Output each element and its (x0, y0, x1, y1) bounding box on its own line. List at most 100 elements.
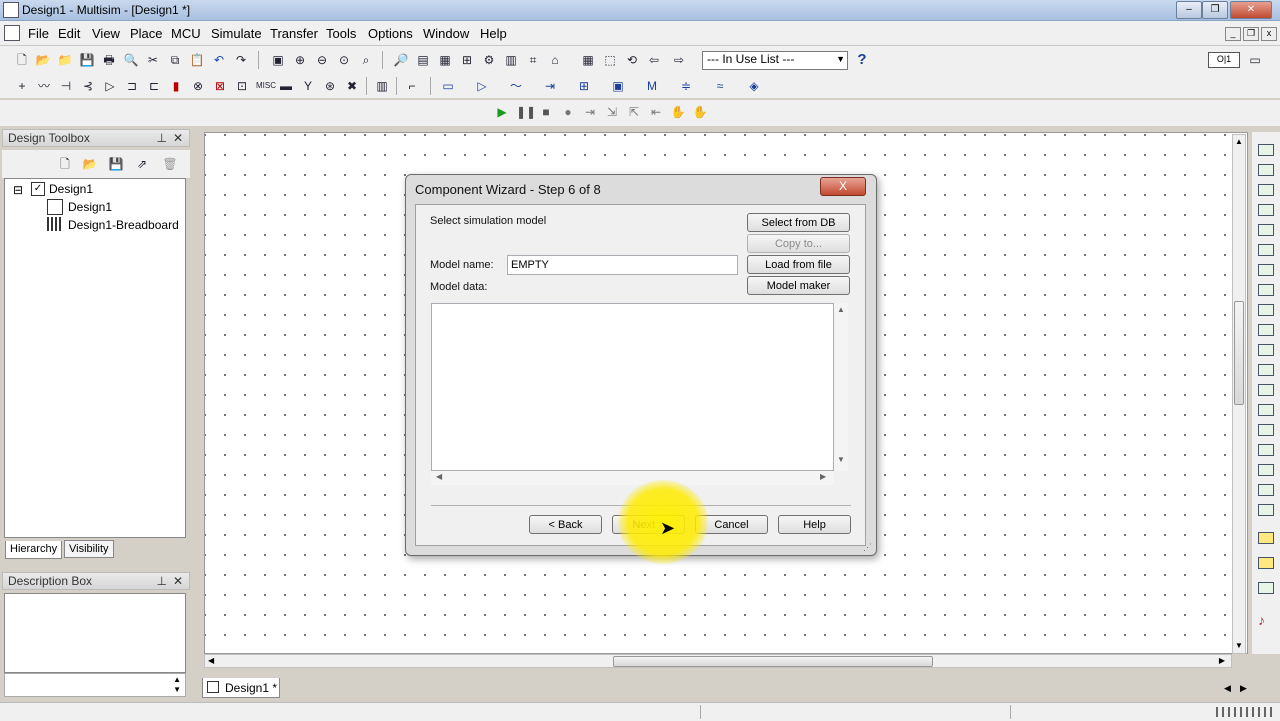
instrument-wave-icon[interactable]: ≈ (712, 78, 728, 94)
tree-item-design1-breadboard[interactable]: Design1-Breadboard (68, 218, 179, 232)
bom-icon[interactable]: ⬚ (602, 52, 618, 68)
in-use-list-dropdown[interactable]: --- In Use List --- ▼ (702, 51, 848, 70)
measurement-probe-icon[interactable] (1258, 504, 1274, 516)
logic-analyzer-icon[interactable] (1258, 324, 1274, 336)
scroll-down-icon[interactable]: ▼ (1235, 641, 1243, 650)
remove-breakpoints-icon[interactable]: ✋ (692, 104, 708, 120)
menu-transfer[interactable]: Transfer (270, 26, 318, 41)
place-transistor-icon[interactable]: ⊰ (80, 78, 96, 94)
tab-hierarchy[interactable]: Hierarchy (5, 541, 63, 559)
canvas-vertical-scrollbar[interactable]: ▲ ▼ (1232, 134, 1246, 654)
erc-icon[interactable]: ⌂ (547, 52, 563, 68)
run-icon[interactable]: ▶ (494, 104, 510, 120)
backannotate-icon[interactable]: ⇦ (646, 52, 662, 68)
component-wizard-icon[interactable]: ⚙ (481, 52, 497, 68)
frequency-counter-icon[interactable] (1258, 264, 1274, 276)
resize-grip-icon[interactable]: ⋰ (863, 542, 872, 553)
place-ttl-icon[interactable]: ⊐ (124, 78, 140, 94)
tree-item-design1-root[interactable]: Design1 (49, 182, 93, 196)
tab-scroll-right-icon[interactable]: ▶ (1240, 683, 1247, 694)
pin-icon[interactable]: ⊥ (157, 573, 167, 590)
place-indicator-icon[interactable]: ⊡ (234, 78, 250, 94)
step-over-icon[interactable]: ⇱ (626, 104, 642, 120)
model-data-horizontal-scrollbar[interactable]: ◀ ▶ (431, 471, 834, 485)
copy-to-button[interactable]: Copy to... (747, 234, 850, 253)
copy-icon[interactable]: ⧉ (167, 52, 183, 68)
wattmeter-icon[interactable] (1258, 184, 1274, 196)
horizontal-scroll-thumb[interactable] (613, 656, 933, 667)
help-button[interactable]: Help (778, 515, 851, 534)
distortion-analyzer-icon[interactable] (1258, 364, 1274, 376)
place-bus-icon[interactable]: ⌐ (404, 78, 420, 94)
instrument-icon[interactable]: ▭ (1247, 52, 1263, 68)
scroll-left-icon[interactable]: ◀ (436, 472, 442, 481)
menu-window[interactable]: Window (423, 26, 469, 41)
place-ladder-icon[interactable]: ✖ (344, 78, 360, 94)
capture-icon[interactable]: ▦ (580, 52, 596, 68)
pin-icon[interactable]: ⊥ (157, 130, 167, 147)
tree-expander-icon[interactable]: ⊟ (13, 183, 23, 197)
model-maker-button[interactable]: Model maker (747, 276, 850, 295)
place-connector-icon[interactable]: ▥ (374, 78, 390, 94)
status-resize-grip-icon[interactable] (1216, 707, 1276, 717)
load-from-file-button[interactable]: Load from file (747, 255, 850, 274)
ni-elvis-icon[interactable] (1258, 557, 1274, 569)
open-design-icon[interactable]: 📂 (82, 156, 98, 172)
new-icon[interactable]: 🗋 (14, 52, 30, 68)
multisim-app-icon[interactable] (3, 2, 19, 18)
step-into-icon[interactable]: ⇲ (604, 104, 620, 120)
database-icon[interactable]: ⊞ (459, 52, 475, 68)
save-icon[interactable]: 💾 (79, 52, 95, 68)
print-preview-icon[interactable]: 🔍 (123, 52, 139, 68)
back-button[interactable]: < Back (529, 515, 602, 534)
place-electromechanical-icon[interactable]: ⊛ (322, 78, 338, 94)
close-button[interactable]: ✕ (1230, 1, 1272, 19)
mdi-restore-button[interactable]: ❐ (1243, 27, 1259, 41)
instrument-labview-icon[interactable]: ◈ (746, 78, 762, 94)
menu-view[interactable]: View (92, 26, 120, 41)
menu-mcu[interactable]: MCU (171, 26, 201, 41)
model-data-textarea[interactable] (431, 303, 834, 471)
zoom-sheet-icon[interactable]: 🔎 (393, 52, 409, 68)
place-mcu-icon[interactable]: ▮ (168, 78, 184, 94)
instrument-m-icon[interactable]: M (644, 78, 660, 94)
place-source-icon[interactable]: + (14, 78, 30, 94)
breakpoint-icon[interactable]: ✋ (670, 104, 686, 120)
step-icon[interactable]: ⇥ (582, 104, 598, 120)
function-generator-icon[interactable] (1258, 164, 1274, 176)
iv-analyzer-icon[interactable] (1258, 344, 1274, 356)
instrument-analyzer-icon[interactable]: ▷ (474, 78, 490, 94)
scroll-left-icon[interactable]: ◀ (208, 656, 214, 665)
agilent-scope-icon[interactable] (1258, 464, 1274, 476)
instrument-probe-icon[interactable]: ⇥ (542, 78, 558, 94)
menu-file[interactable]: File (28, 26, 49, 41)
current-probe-icon[interactable] (1258, 582, 1274, 594)
agilent-multimeter-icon[interactable] (1258, 444, 1274, 456)
place-cmos-icon[interactable]: ⊏ (146, 78, 162, 94)
pause-icon[interactable]: ❚❚ (516, 104, 536, 120)
instrument-measure-icon[interactable]: ≑ (678, 78, 694, 94)
export-design-icon[interactable]: ⇗ (134, 156, 150, 172)
dialog-close-button[interactable]: X (820, 177, 866, 196)
menu-help[interactable]: Help (480, 26, 507, 41)
place-diode-icon[interactable]: ⊣ (58, 78, 74, 94)
scroll-up-icon[interactable]: ▲ (837, 305, 845, 314)
probe-icon[interactable]: ♪ (1258, 612, 1274, 628)
tektronix-scope-icon[interactable] (1258, 484, 1274, 496)
select-from-db-button[interactable]: Select from DB (747, 213, 850, 232)
paste-icon[interactable]: 📋 (189, 52, 205, 68)
transfer-icon[interactable]: ⟲ (624, 52, 640, 68)
vertical-scroll-thumb[interactable] (1234, 301, 1244, 405)
stop-icon[interactable]: ■ (538, 104, 554, 120)
redo-icon[interactable]: ↷ (233, 52, 249, 68)
place-mixed-icon[interactable]: ⊠ (212, 78, 228, 94)
open-icon[interactable]: 📂 (35, 52, 51, 68)
place-misc-icon[interactable]: MISC (256, 78, 276, 94)
print-icon[interactable]: 🖶 (101, 52, 117, 68)
step-out-icon[interactable]: ⇤ (648, 104, 664, 120)
description-box-scroll[interactable]: ▲ ▼ (4, 673, 186, 697)
menu-edit[interactable]: Edit (58, 26, 80, 41)
tree-item-design1[interactable]: Design1 (68, 200, 112, 214)
close-icon[interactable]: ✕ (173, 573, 183, 590)
instrument-3d-icon[interactable]: ▭ (440, 78, 456, 94)
